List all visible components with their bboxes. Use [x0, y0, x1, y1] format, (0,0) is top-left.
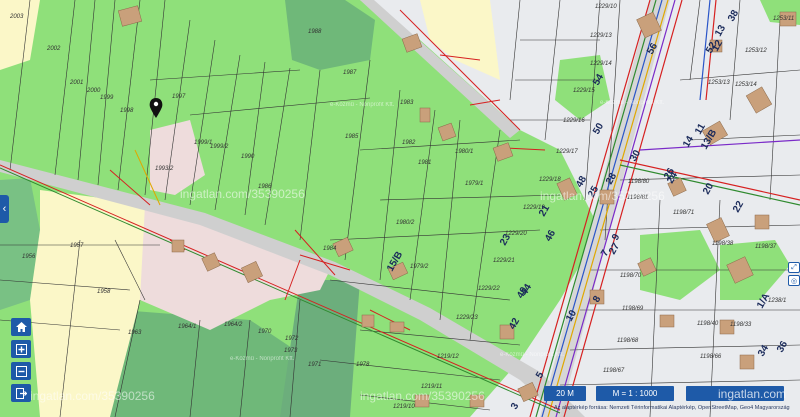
- parcel-label: 1990: [241, 154, 255, 160]
- watermark-center: ingatlan.com/35390256: [180, 187, 305, 201]
- parcel-label: 1957: [70, 243, 84, 249]
- parcel-label: 1229/22: [478, 286, 500, 292]
- watermark-east: ingatlan.com/35390256: [540, 189, 665, 203]
- parcel-label: 1229/23: [456, 315, 478, 321]
- parcel-label: 1999: [100, 95, 114, 101]
- parcel-label: 1985: [345, 134, 359, 140]
- right-rail: ⤢ ◎: [788, 262, 800, 286]
- zoom-in-button[interactable]: [11, 340, 31, 358]
- layers-icon[interactable]: ◎: [788, 275, 800, 286]
- minus-square-icon: [15, 365, 27, 377]
- scale-label: 20 M: [556, 389, 574, 398]
- parcel-label: 2003: [9, 14, 24, 20]
- parcel-label: 1980/1: [455, 149, 473, 155]
- exit-icon: [15, 387, 27, 399]
- parcel-label: 1964/2: [224, 322, 243, 328]
- parcel-label: 1198/37: [755, 244, 777, 250]
- home-button[interactable]: [11, 318, 31, 336]
- provider-label-2: e-Közmű - Nonprofit Kft.: [600, 100, 665, 106]
- parcel-label: 1229/13: [590, 33, 612, 39]
- parcel-label: 1229/17: [556, 149, 578, 155]
- zoom-out-button[interactable]: [11, 362, 31, 380]
- parcel-label: 1973: [284, 348, 298, 354]
- parcel-label: 1198/38: [712, 241, 734, 247]
- parcel-label: 1980/2: [396, 220, 415, 226]
- parcel-label: 1253/14: [735, 82, 757, 88]
- parcel-label: 1253/12: [745, 48, 767, 54]
- parcel-label: 1198/40: [697, 321, 719, 327]
- parcel-label: 1229/14: [590, 61, 612, 67]
- parcel-label: 1229/21: [493, 258, 515, 264]
- fullscreen-icon[interactable]: ⤢: [788, 262, 800, 273]
- parcel-label: 1956: [22, 254, 36, 260]
- parcel-label: 1219/12: [437, 354, 459, 360]
- parcel-label: 1198/71: [673, 210, 694, 216]
- parcel-label: 2001: [69, 80, 83, 86]
- parcel-label: 1198/69: [622, 306, 644, 312]
- map-canvas[interactable]: 2003 2002 200120001999 1998 1997 1988 1987 1983…: [0, 0, 800, 417]
- parcel-label: 1229/18: [539, 177, 561, 183]
- parcel-label: 1981: [418, 160, 431, 166]
- plus-square-icon: [15, 343, 27, 355]
- provider-label-1: e-Közmű - Nonprofit Kft.: [330, 102, 395, 108]
- parcel-label: 1958: [97, 289, 111, 295]
- parcel-label: 1219/10: [393, 404, 415, 410]
- parcel-label: 1983: [400, 100, 414, 106]
- parcel-label: 1229/16: [563, 118, 585, 124]
- parcel-label: 1971: [308, 362, 321, 368]
- watermark-southwest: ingatlan.com/35390256: [30, 389, 155, 403]
- parcel-label: 1979/1: [465, 181, 483, 187]
- parcel-label: 1982: [402, 140, 416, 146]
- parcel-label: 2000: [86, 88, 101, 94]
- parcel-label: 1999/2: [210, 144, 229, 150]
- side-toggle-label: ‹: [2, 203, 7, 215]
- parcel-label: 2002: [46, 46, 61, 52]
- parcel-label: 1198/33: [730, 322, 752, 328]
- parcel-label: 1998: [120, 108, 134, 114]
- parcel-label: 1229/10: [595, 4, 617, 10]
- parcel-label: 1964/1: [178, 324, 196, 330]
- scale-ratio[interactable]: M = 1 : 1000: [596, 386, 674, 401]
- parcel-label: 1253/13: [708, 80, 730, 86]
- parcel-label: 1978: [356, 362, 370, 368]
- parcel-label: 1987: [343, 70, 357, 76]
- home-icon: [15, 322, 27, 332]
- provider-label-3: e-Közmű - Nonprofit Kft.: [230, 356, 295, 362]
- parcel-label: 1198/68: [617, 338, 639, 344]
- parcel-label: 1993/2: [155, 166, 174, 172]
- parcel-label: 1984: [323, 246, 337, 252]
- scale-bar: 20 M: [544, 386, 586, 401]
- parcel-label: 1972: [285, 336, 299, 342]
- parcel-label: 1997: [172, 94, 186, 100]
- parcel-label: 1988: [308, 29, 322, 35]
- parcel-label: 1253/11: [773, 16, 794, 22]
- parcel-label: 1198/80: [628, 179, 650, 185]
- exit-button[interactable]: [11, 384, 31, 402]
- parcel-label: 1979/2: [410, 264, 429, 270]
- parcel-label: 1970: [258, 329, 272, 335]
- brand-watermark: ingatlan.com: [718, 387, 787, 401]
- parcel-label: 1198/70: [620, 273, 642, 279]
- scale-ratio-label: M = 1 : 1000: [612, 389, 658, 398]
- watermark-south: ingatlan.com/35390256: [360, 389, 485, 403]
- parcel-label: 1198/67: [603, 368, 625, 374]
- parcel-label: 1963: [128, 330, 142, 336]
- parcel-label: 1229/15: [573, 88, 595, 94]
- provider-label-4: e-Közmű - Nonprofit Kft.: [500, 352, 565, 358]
- side-panel-toggle[interactable]: ‹: [0, 195, 9, 223]
- parcel-label: 1198/66: [700, 354, 722, 360]
- map-attribution: Az alaptérkép forrása: Nemzeti Térinform…: [554, 405, 790, 411]
